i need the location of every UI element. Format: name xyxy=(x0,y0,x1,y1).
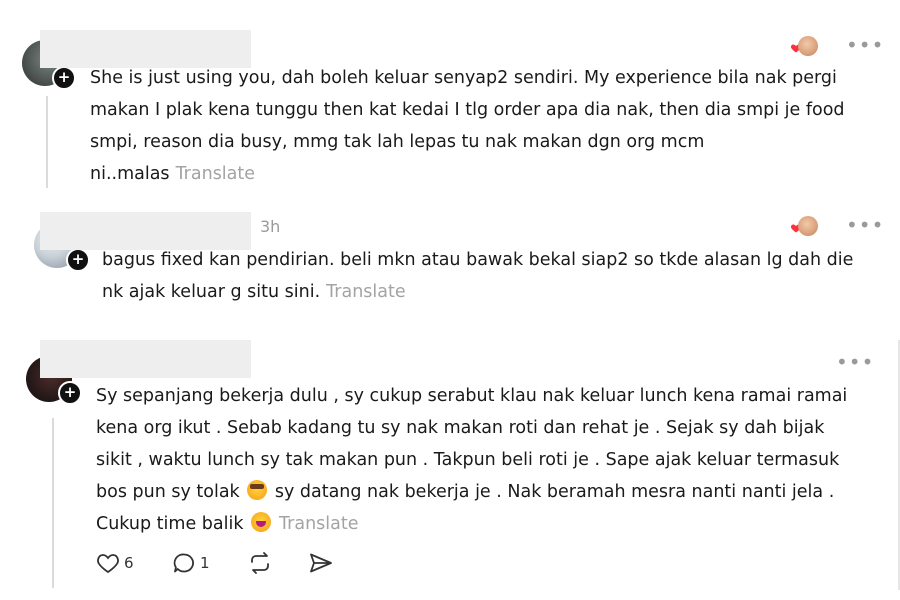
username-redacted[interactable] xyxy=(40,340,251,378)
follow-plus-icon[interactable]: + xyxy=(58,381,82,405)
translate-link[interactable]: Translate xyxy=(176,164,255,184)
grinning-emoji-icon xyxy=(251,512,272,532)
reply-count: 1 xyxy=(200,554,210,572)
comment-body: bagus fixed kan pendirian. beli mkn atau… xyxy=(102,250,854,302)
like-count: 6 xyxy=(124,554,134,572)
comment-text: She is just using you, dah boleh keluar … xyxy=(90,62,850,190)
more-options-button[interactable]: ••• xyxy=(846,33,884,57)
liker-avatar xyxy=(798,216,818,236)
liked-by-avatars[interactable] xyxy=(790,36,820,60)
repost-button[interactable] xyxy=(247,552,273,574)
liked-by-avatars[interactable] xyxy=(790,216,820,240)
timestamp: 3h xyxy=(260,217,281,236)
liker-avatar xyxy=(798,36,818,56)
thread-line xyxy=(46,96,48,188)
more-options-button[interactable]: ••• xyxy=(846,213,884,237)
comment-icon xyxy=(173,553,194,573)
follow-plus-icon[interactable]: + xyxy=(66,248,90,272)
heart-icon xyxy=(97,554,119,574)
sweat-smile-emoji-icon xyxy=(247,480,268,500)
comment-text: Sy sepanjang bekerja dulu , sy cukup ser… xyxy=(96,380,848,540)
more-options-button[interactable]: ••• xyxy=(836,350,874,374)
like-button[interactable]: 6 xyxy=(96,552,134,574)
share-button[interactable] xyxy=(308,552,334,574)
translate-link[interactable]: Translate xyxy=(326,282,405,302)
translate-link[interactable]: Translate xyxy=(279,514,358,534)
comment-text: bagus fixed kan pendirian. beli mkn atau… xyxy=(102,244,872,308)
reply-button[interactable]: 1 xyxy=(172,552,210,574)
repost-icon xyxy=(251,552,269,574)
follow-plus-icon[interactable]: + xyxy=(52,66,76,90)
thread-line xyxy=(52,418,54,588)
send-icon xyxy=(310,553,332,573)
